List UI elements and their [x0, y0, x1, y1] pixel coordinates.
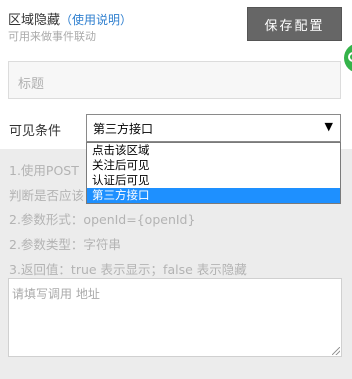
info-line-5: 3.返回值：true 表示显示；false 表示隐藏 [9, 262, 247, 277]
help-link[interactable]: （使用说明） [60, 13, 132, 27]
url-placeholder: 请填写调用 地址 [12, 287, 100, 301]
url-textarea[interactable]: 请填写调用 地址 [8, 278, 342, 357]
select-value: 第三方接口 [93, 122, 154, 136]
visibility-label: 可见条件 [9, 124, 62, 139]
info-line-1: 1.使用POST [9, 163, 79, 178]
dropdown-option[interactable]: 点击该区域 [87, 143, 340, 158]
section-title: 区域隐藏（使用说明） [8, 9, 132, 28]
save-button[interactable]: 保存配置 [247, 7, 342, 41]
side-widget-icon[interactable] [344, 43, 352, 73]
dropdown-arrow-icon[interactable]: ▼ [325, 120, 333, 133]
dropdown-option[interactable]: 认证后可见 [87, 173, 340, 188]
visibility-select[interactable]: 第三方接口 ▼ [86, 114, 341, 142]
title-text: 区域隐藏 [8, 13, 61, 28]
title-input[interactable]: 标题 [8, 61, 341, 99]
visibility-dropdown: 点击该区域 关注后可见 认证后可见 第三方接口 [86, 142, 341, 204]
dropdown-option-selected[interactable]: 第三方接口 [87, 188, 340, 203]
info-line-4: 2.参数类型：字符串 [9, 237, 121, 252]
info-line-3: 2.参数形式：openId={openId} [9, 212, 196, 227]
info-line-2: 判断是否应该 [9, 188, 85, 203]
dropdown-option[interactable]: 关注后可见 [87, 158, 340, 173]
resize-handle-icon[interactable] [332, 347, 340, 355]
section-subtitle: 可用来做事件联动 [8, 30, 96, 43]
